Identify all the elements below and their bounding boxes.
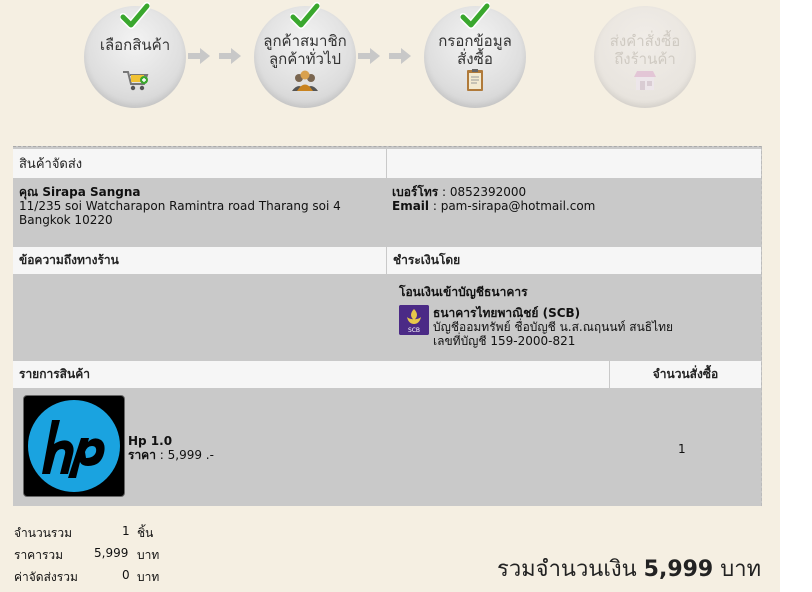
users-icon [292, 70, 318, 91]
email-label: Email [392, 199, 430, 213]
step-label: เลือกสินค้า [99, 36, 171, 54]
step-fill-order: กรอกข้อมูล สั่งซื้อ [424, 2, 526, 108]
step-label: ส่งคำสั่งซื้อ [609, 32, 681, 50]
summary-shipping-label: ค่าจัดส่งรวม [14, 570, 78, 584]
summary-count-label: จำนวนรวม [14, 526, 73, 540]
order-summary-panel: สินค้าจัดส่ง คุณ Sirapa Sangna 11/235 so… [13, 146, 762, 506]
summary-count-unit: ชิ้น [137, 526, 154, 540]
summary-total-label: ราคารวม [14, 548, 64, 562]
arrow-right-icon [219, 48, 241, 64]
summary-shipping-value: 0 [122, 568, 130, 582]
shop-icon [634, 71, 656, 90]
step-label: กรอกข้อมูล [438, 32, 512, 50]
shipping-header-right [387, 149, 761, 178]
email-line: Email : pam-sirapa@hotmail.com [392, 199, 595, 213]
phone-label: เบอร์โทร [392, 185, 439, 199]
step-label: ลูกค้าสมาชิก [263, 32, 347, 50]
phone-line: เบอร์โทร : 0852392000 [392, 185, 526, 199]
grand-total-value: 5,999 [643, 557, 714, 582]
payment-method: โอนเงินเข้าบัญชีธนาคาร [399, 285, 528, 299]
product-price-line: ราคา : 5,999 .- [128, 448, 214, 462]
scb-bank-logo: SCB [399, 305, 429, 335]
summary-total-value: 5,999 [94, 546, 129, 560]
product-price: : 5,999 .- [155, 448, 214, 462]
check-icon [120, 2, 150, 29]
product-image[interactable] [23, 395, 125, 497]
cart-icon [123, 71, 149, 91]
checkout-steps: เลือกสินค้า ลูกค้าสมาชิก ลูกค้าทั่วไป กร… [0, 0, 780, 130]
arrow-right-icon [389, 48, 411, 64]
check-icon [460, 2, 490, 29]
items-header-product: รายการสินค้า [13, 361, 609, 388]
shipping-header: สินค้าจัดส่ง [13, 149, 386, 178]
arrow-right-icon [358, 48, 380, 64]
step-label: ถึงร้านค้า [614, 50, 676, 68]
phone-value: : 0852392000 [438, 185, 527, 199]
step-label: ลูกค้าทั่วไป [268, 50, 342, 68]
summary-count-value: 1 [122, 524, 130, 538]
grand-total-prefix: รวมจำนวนเงิน [497, 557, 637, 582]
grand-total: รวมจำนวนเงิน 5,999 บาท [497, 551, 761, 586]
summary-shipping-unit: บาท [137, 570, 160, 584]
account-number: เลขที่บัญชี 159-2000-821 [433, 334, 576, 348]
scb-logo-text: SCB [408, 327, 420, 334]
payment-header: ชำระเงินโดย [387, 247, 761, 274]
email-value: : pam-sirapa@hotmail.com [429, 199, 596, 213]
account-name: บัญชีออมทรัพย์ ชื่อบัญชี น.ส.ณฤนนท์ สนธิ… [433, 320, 674, 334]
step-label: สั่งซื้อ [457, 50, 493, 68]
summary-total-unit: บาท [137, 548, 160, 562]
customer-name: คุณ Sirapa Sangna [19, 185, 141, 199]
step-customer-type: ลูกค้าสมาชิก ลูกค้าทั่วไป [254, 2, 356, 108]
step-select-product: เลือกสินค้า [84, 2, 186, 108]
bank-name: ธนาคารไทยพาณิชย์ (SCB) [433, 306, 581, 320]
product-price-label: ราคา [128, 448, 156, 462]
checkout-page: เลือกสินค้า ลูกค้าสมาชิก ลูกค้าทั่วไป กร… [0, 0, 780, 592]
clipboard-icon [467, 69, 483, 91]
grand-total-unit: บาท [720, 557, 762, 582]
address-line: Bangkok 10220 [19, 213, 113, 227]
product-name[interactable]: Hp 1.0 [128, 434, 172, 448]
step-send-order: ส่งคำสั่งซื้อ ถึงร้านค้า [594, 6, 696, 108]
check-icon [290, 2, 320, 29]
address-line: 11/235 soi Watcharapon Ramintra road Tha… [19, 199, 341, 213]
items-header-qty: จำนวนสั่งซื้อ [610, 361, 761, 388]
hp-logo-icon [28, 400, 120, 492]
product-qty: 1 [678, 442, 686, 456]
message-header: ข้อความถึงทางร้าน [13, 247, 386, 274]
arrow-right-icon [188, 48, 210, 64]
